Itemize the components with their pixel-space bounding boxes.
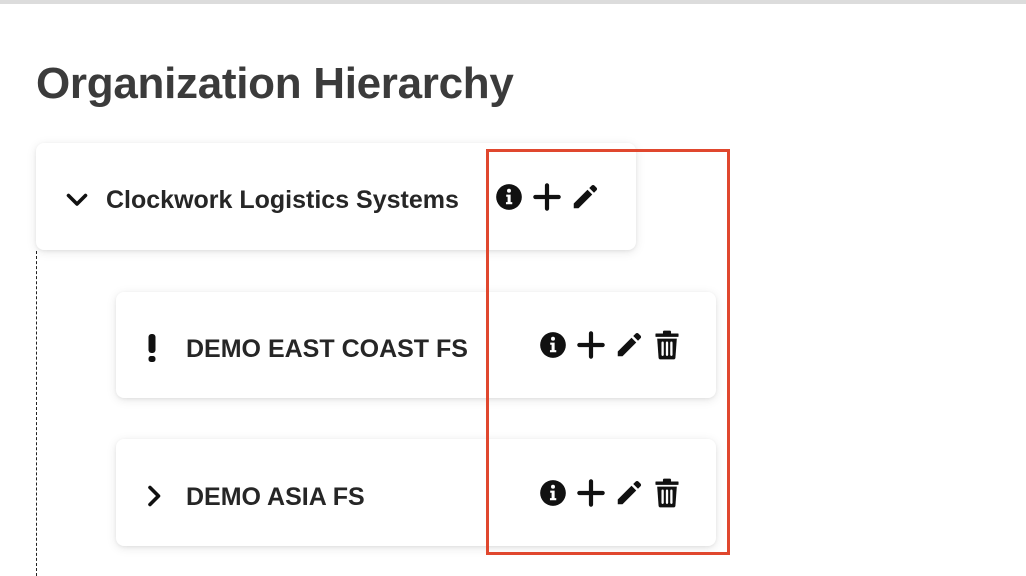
org-node-label: DEMO ASIA FS [186, 483, 365, 511]
plus-icon[interactable] [532, 182, 562, 212]
info-icon[interactable] [538, 330, 568, 360]
org-node-child: DEMO ASIA FS [116, 439, 716, 546]
exclamation-icon [138, 334, 166, 362]
org-node-root: Clockwork Logistics Systems [36, 143, 636, 250]
node-actions [538, 330, 682, 360]
pencil-icon[interactable] [614, 478, 644, 508]
node-actions [494, 182, 600, 212]
org-node-label: Clockwork Logistics Systems [106, 186, 459, 214]
trash-icon[interactable] [652, 478, 682, 508]
page-title: Organization Hierarchy [36, 59, 514, 108]
info-icon[interactable] [494, 182, 524, 212]
top-divider [0, 0, 1026, 4]
node-actions [538, 478, 682, 508]
org-node-label: DEMO EAST COAST FS [186, 335, 468, 363]
chevron-right-icon[interactable] [140, 482, 168, 510]
info-icon[interactable] [538, 478, 568, 508]
org-node-child: DEMO EAST COAST FS [116, 292, 716, 398]
plus-icon[interactable] [576, 330, 606, 360]
page: Organization Hierarchy Clockwork Logisti… [0, 0, 1026, 576]
chevron-down-icon[interactable] [63, 186, 91, 214]
tree-connector-line [36, 251, 37, 576]
pencil-icon[interactable] [570, 182, 600, 212]
pencil-icon[interactable] [614, 330, 644, 360]
trash-icon[interactable] [652, 330, 682, 360]
plus-icon[interactable] [576, 478, 606, 508]
